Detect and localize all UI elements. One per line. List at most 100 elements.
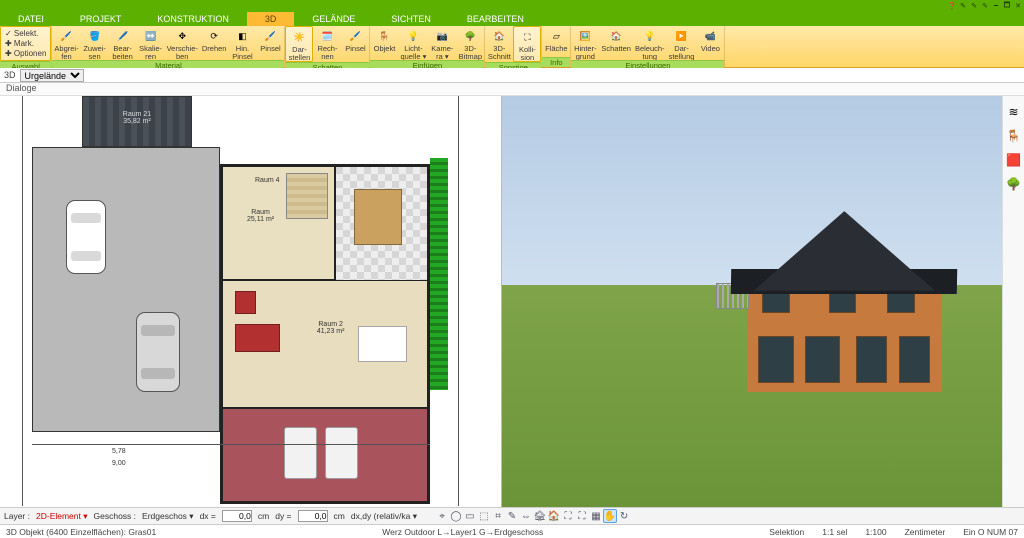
maximize-icon[interactable]: 🗖 [1003,2,1011,10]
sofa-red [235,324,280,352]
room-4-label: Raum 4 [255,177,280,184]
toolbar-icon-13[interactable]: ↻ [617,509,631,523]
status-unit: Zentimeter [905,527,946,537]
ribbon-lichtquelle[interactable]: 💡Licht- quelle ▾ [398,26,428,60]
view-3d[interactable] [502,96,1003,507]
ribbon-kamera[interactable]: 📷Kame- ra ▾ [428,26,456,60]
ribbon-flche[interactable]: ▱Fläche [542,26,570,57]
close-icon[interactable]: ✕ [1014,2,1022,10]
tab-konstruktion[interactable]: KONSTRUKTION [139,12,247,26]
ribbon-darstellung[interactable]: ▶️Dar- stellung [667,26,697,60]
pen1-icon[interactable]: ✎ [959,2,967,10]
status-flags: Ein O NUM 07 [963,527,1018,537]
Darstellung-icon: ▶️ [672,27,690,45]
ribbon-3dschnitt[interactable]: 🏠3D- Schnitt [485,26,513,62]
door-1 [758,336,793,382]
toolbar-icon-4[interactable]: ⌗ [491,509,505,523]
status-scale-sel: 1:1 sel [822,527,847,537]
ribbon-beleuchtung[interactable]: 💡Beleuch- tung [633,26,667,60]
sub-toolbar: 3D Urgelände [0,68,1024,83]
dim-left [22,96,23,506]
ribbon-rechnen[interactable]: 🗓️Rech- nen [313,26,341,62]
ribbon-objekt[interactable]: 🪑Objekt [370,26,398,60]
tab-projekt[interactable]: PROJEKT [62,12,140,26]
toolbar-icon-0[interactable]: ⌖ [435,509,449,523]
Lichtquelle-icon: 💡 [404,27,422,45]
ribbon-hinpinsel[interactable]: ◧Hin. Pinsel [228,26,256,60]
floor-outline: Raum 4 Raum25,11 m² Raum 329,30 m² Raum … [220,164,430,504]
ribbon-darstellen[interactable]: ☀️Dar- stellen [285,26,313,62]
toolbar-icon-9[interactable]: ⛶ [561,509,575,523]
dy-input[interactable] [298,510,328,522]
material-icon[interactable]: 🟥 [1006,152,1022,168]
toolbar-icon-12[interactable]: ✋ [603,509,617,523]
status-selection: Selektion [769,527,804,537]
room-4: Raum 4 Raum25,11 m² [222,166,335,280]
tab-3d[interactable]: 3D [247,12,295,26]
sub-label: 3D [4,70,16,80]
ribbon-pinsel[interactable]: 🖌️Pinsel [341,26,369,62]
HinPinsel-icon: ◧ [233,27,251,45]
Abgreifen-icon: 🖌️ [58,27,76,45]
house-3d [747,211,942,392]
ribbon-zuweisen[interactable]: 🪣Zuwei- sen [81,26,109,60]
cm-1: cm [258,511,269,521]
ribbon-kollision[interactable]: ⛶Kolli- sion [513,26,541,62]
ribbon-drehen[interactable]: ⟳Drehen [200,26,229,60]
door-2 [805,336,840,382]
layers-icon[interactable]: ≋ [1006,104,1022,120]
ribbon-3dbitmap[interactable]: 🌳3D- Bitmap [456,26,484,60]
tab-bearbeiten[interactable]: BEARBEITEN [449,12,542,26]
toolbar-icon-6[interactable]: ⇔ [519,509,533,523]
geschoss-select[interactable]: Erdgeschos ▾ [142,511,194,522]
ribbon-abgreifen[interactable]: 🖌️Abgrei- fen [52,26,80,60]
Kamera-icon: 📷 [433,27,451,45]
toolbar-icon-8[interactable]: 🏠 [547,509,561,523]
door-3 [856,336,887,382]
ribbon-schatten[interactable]: 🏠Schatten [599,26,633,60]
coord-mode-select[interactable]: dx,dy (relativ/ka ▾ [351,511,417,522]
ribbon-pinsel[interactable]: 🖌️Pinsel [256,26,284,60]
armchair-red [235,291,255,314]
view-2d[interactable]: Raum 2135,82 m² Raum 4 Raum25,11 m² Raum… [0,96,502,507]
dim-val-2: 9,00 [112,460,126,467]
layer-select[interactable]: 2D-Element ▾ [36,511,88,522]
dim-right [458,96,459,506]
tab-sichten[interactable]: SICHTEN [373,12,449,26]
pen2-icon[interactable]: ✎ [970,2,978,10]
ribbon-bearbeiten[interactable]: 🖊️Bear- beiten [109,26,137,60]
status-path: Werz Outdoor L→Layer1 G→Erdgeschoss [382,527,543,537]
Pinsel-icon: 🖌️ [261,27,279,45]
furniture-icon[interactable]: 🪑 [1006,128,1022,144]
ribbon-verschieben[interactable]: ✥Verschie- ben [165,26,200,60]
minimize-icon[interactable]: 🗕 [992,2,1000,10]
toolbar-icon-7[interactable]: 🏚 [533,509,547,523]
toolbar-icon-11[interactable]: ▦ [589,509,603,523]
toolbar-icon-10[interactable]: ⛶ [575,509,589,523]
tab-datei[interactable]: DATEI [0,12,62,26]
dim-bottom [32,444,430,445]
layer-label: Layer : [4,511,30,521]
terrain-select[interactable]: Urgelände [20,69,84,82]
ribbon-skalieren[interactable]: ↔️Skalie- ren [137,26,165,60]
toolbar-icon-5[interactable]: ✎ [505,509,519,523]
ribbon-video[interactable]: 📹Video [696,26,724,60]
toolbar-icon-2[interactable]: ▭ [463,509,477,523]
Skalieren-icon: ↔️ [142,27,160,45]
status-object: 3D Objekt (6400 Einzelflächen): Gras01 [6,527,156,537]
dx-input[interactable] [222,510,252,522]
title-bar: ❓ ✎ ✎ ✎ 🗕 🗖 ✕ [0,0,1024,12]
ribbon-selekt[interactable]: ✓ Selekt.✚ Mark.✚ Optionen [0,26,51,61]
menu-tabs: DATEI PROJEKT KONSTRUKTION 3D GELÄNDE SI… [0,12,1024,26]
help-icon[interactable]: ❓ [948,2,956,10]
toolbar-icon-3[interactable]: ⬚ [477,509,491,523]
tab-gelaende[interactable]: GELÄNDE [294,12,373,26]
tree-icon[interactable]: 🌳 [1006,176,1022,192]
ribbon-hintergrund[interactable]: 🖼️Hinter- grund [571,26,599,60]
pen3-icon[interactable]: ✎ [981,2,989,10]
Objekt-icon: 🪑 [375,27,393,45]
toolbar-icon-1[interactable]: ◯ [449,509,463,523]
geschoss-label: Geschoss : [94,511,137,521]
car-1 [66,200,106,274]
terrace [222,408,428,502]
